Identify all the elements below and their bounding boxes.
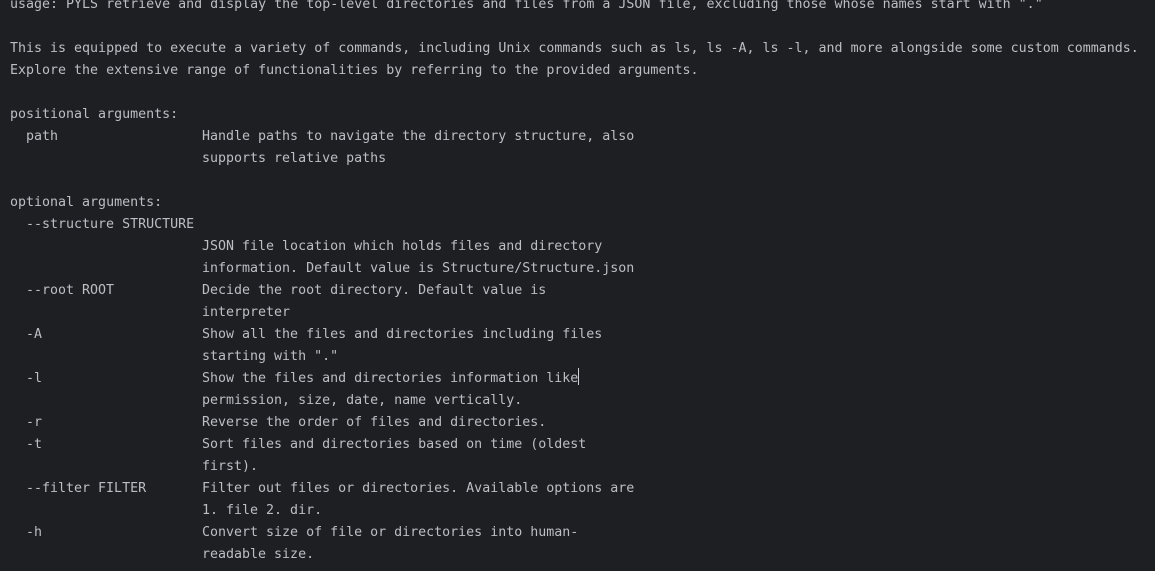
argument-help: Filter out files or directories. Availab… [202,481,635,496]
argument-row-structure-help: JSON file location which holds files and… [10,236,1155,258]
terminal-output: usage: PYLS retrieve and display the top… [10,0,1155,566]
argument-row-filter: --filter FILTER Filter out files or dire… [10,478,1155,500]
positional-arguments-header: positional arguments: [10,107,179,122]
description-line-1: This is equipped to execute a variety of… [10,41,1139,56]
argument-name: --filter FILTER [26,481,147,496]
argument-help: 1. file 2. dir. [202,503,323,518]
argument-row-t-cont: first). [10,456,1155,478]
argument-row-filter-cont: 1. file 2. dir. [10,500,1155,522]
argument-row-root: --root ROOT Decide the root directory. D… [10,280,1155,302]
argument-name: --structure STRUCTURE [26,217,195,232]
argument-row-r: -r Reverse the order of files and direct… [10,412,1155,434]
argument-row-path: path Handle paths to navigate the direct… [10,126,1155,148]
argument-row-t: -t Sort files and directories based on t… [10,434,1155,456]
argument-row-h: -h Convert size of file or directories i… [10,522,1155,544]
argument-help: information. Default value is Structure/… [202,261,635,276]
description-line-2: Explore the extensive range of functiona… [10,63,699,78]
text-cursor [578,368,580,385]
argument-help: Sort files and directories based on time… [202,437,587,452]
argument-row-h-cont: readable size. [10,544,1155,566]
argument-help: Handle paths to navigate the directory s… [202,129,635,144]
argument-name: -t [26,437,43,452]
argument-name: --root ROOT [26,283,115,298]
argument-name: -h [26,525,43,540]
argument-help: supports relative paths [202,151,387,166]
argument-help: first). [202,459,259,474]
argument-help: JSON file location which holds files and… [202,239,603,254]
argument-row-path-cont: supports relative paths [10,148,1155,170]
argument-row-A-cont: starting with "." [10,346,1155,368]
optional-arguments-header: optional arguments: [10,195,163,210]
argument-row-root-cont: interpreter [10,302,1155,324]
argument-name: -l [26,371,43,386]
argument-help: Reverse the order of files and directori… [202,415,547,430]
argument-row-A: -A Show all the files and directories in… [10,324,1155,346]
argument-name: -A [26,327,43,342]
usage-line: usage: PYLS retrieve and display the top… [10,0,1043,12]
argument-row-structure-cont: information. Default value is Structure/… [10,258,1155,280]
argument-help: Convert size of file or directories into… [202,525,579,540]
terminal-window[interactable]: usage: PYLS retrieve and display the top… [0,0,1155,571]
argument-row-l-cont: permission, size, date, name vertically. [10,390,1155,412]
argument-name: path [26,129,59,144]
argument-row-l: -l Show the files and directories inform… [10,368,1155,390]
argument-help: Decide the root directory. Default value… [202,283,547,298]
argument-help: Show all the files and directories inclu… [202,327,603,342]
argument-help: readable size. [202,547,315,562]
argument-help: Show the files and directories informati… [202,371,579,386]
argument-row-structure: --structure STRUCTURE [10,214,1155,236]
argument-name: -r [26,415,43,430]
argument-help: starting with "." [202,349,339,364]
argument-help: interpreter [202,305,291,320]
argument-help: permission, size, date, name vertically. [202,393,523,408]
